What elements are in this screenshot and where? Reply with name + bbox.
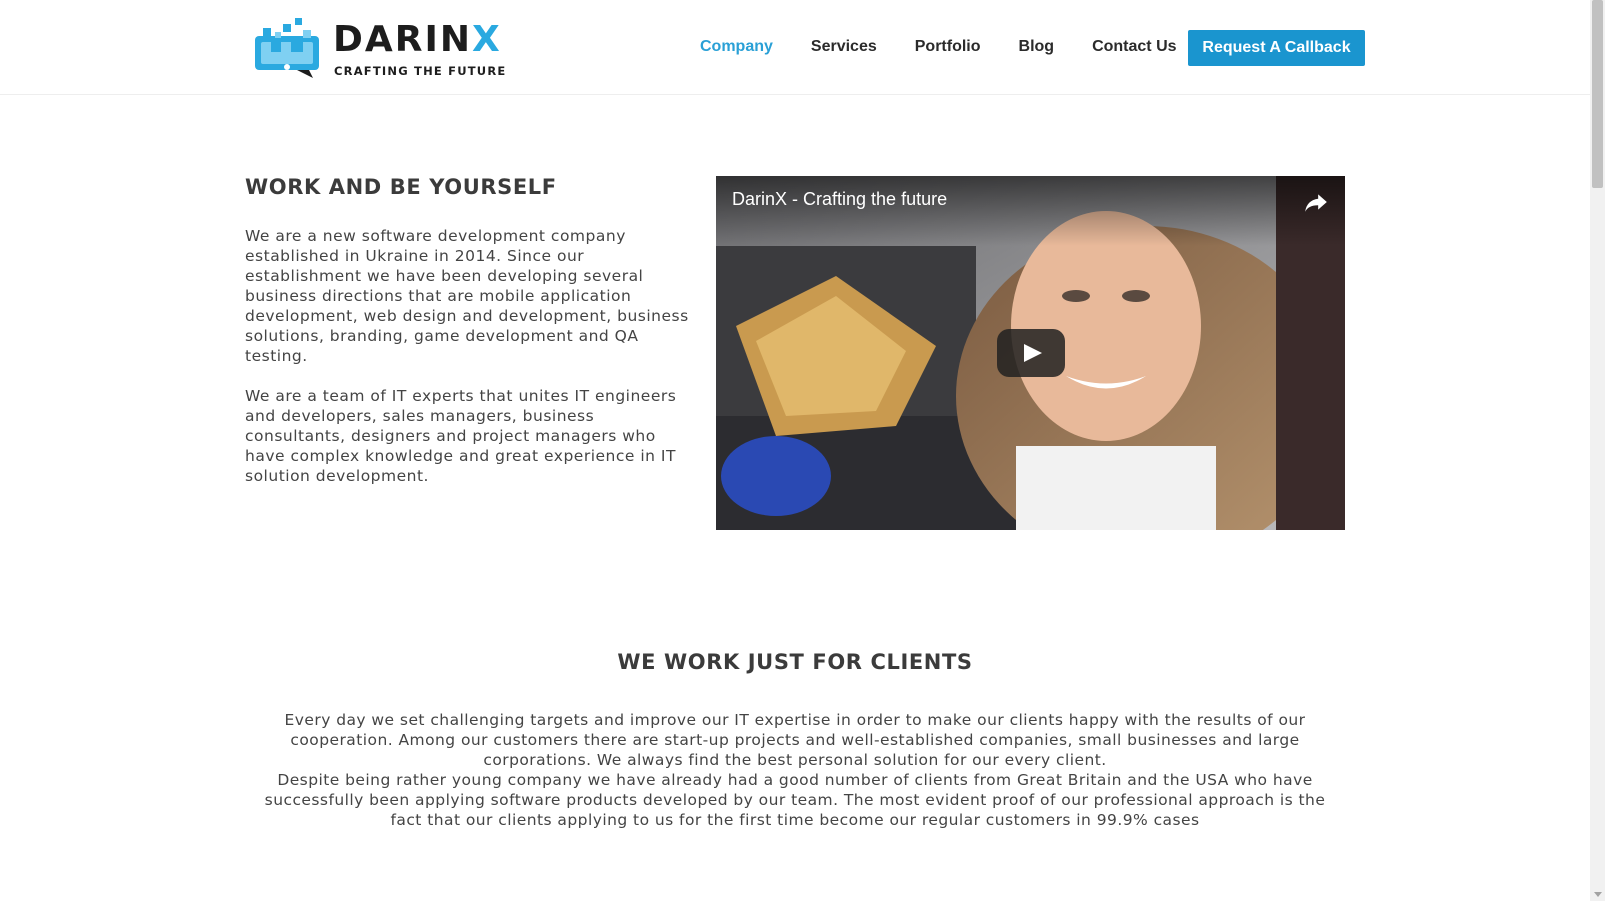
main-nav: Company Services Portfolio Blog Contact …: [700, 33, 1215, 61]
video-title-bar: [716, 176, 1345, 246]
nav-item-blog[interactable]: Blog: [1019, 33, 1055, 61]
play-icon: [1024, 344, 1042, 362]
clients-heading: WE WORK JUST FOR CLIENTS: [617, 650, 973, 674]
video-player[interactable]: DarinX - Crafting the future: [716, 176, 1345, 530]
about-paragraph-1: We are a new software development compan…: [245, 227, 689, 365]
logo-tagline: CRAFTING THE FUTURE: [334, 64, 507, 78]
logo-name-main: DARIN: [333, 19, 472, 60]
page: DARINX CRAFTING THE FUTURE Company Servi…: [0, 0, 1605, 901]
request-callback-button[interactable]: Request A Callback: [1188, 30, 1365, 66]
clients-text: Every day we set challenging targets and…: [255, 710, 1335, 830]
nav-item-contact-us[interactable]: Contact Us: [1092, 33, 1176, 61]
logo-link[interactable]: DARINX CRAFTING THE FUTURE: [253, 16, 507, 80]
logo-icon: [255, 18, 319, 78]
logo-wordmark: DARINX: [333, 20, 502, 60]
site-header: DARINX CRAFTING THE FUTURE Company Servi…: [0, 0, 1590, 95]
page-scrollbar[interactable]: [1590, 0, 1605, 901]
video-title[interactable]: DarinX - Crafting the future: [732, 189, 947, 210]
nav-item-portfolio[interactable]: Portfolio: [915, 33, 981, 61]
clients-paragraph-2: Despite being rather young company we ha…: [264, 771, 1326, 829]
nav-item-company[interactable]: Company: [700, 33, 773, 61]
scroll-down-arrow-icon[interactable]: [1594, 892, 1602, 897]
about-paragraph-2: We are a team of IT experts that unites …: [245, 387, 677, 485]
clients-paragraph-1: Every day we set challenging targets and…: [284, 711, 1306, 769]
play-button[interactable]: [997, 329, 1065, 377]
about-heading: WORK AND BE YOURSELF: [245, 175, 557, 199]
nav-item-services[interactable]: Services: [811, 33, 877, 61]
logo-name-accent: X: [472, 19, 502, 60]
share-arrow-icon[interactable]: [1303, 189, 1329, 215]
scrollbar-thumb[interactable]: [1592, 0, 1603, 188]
